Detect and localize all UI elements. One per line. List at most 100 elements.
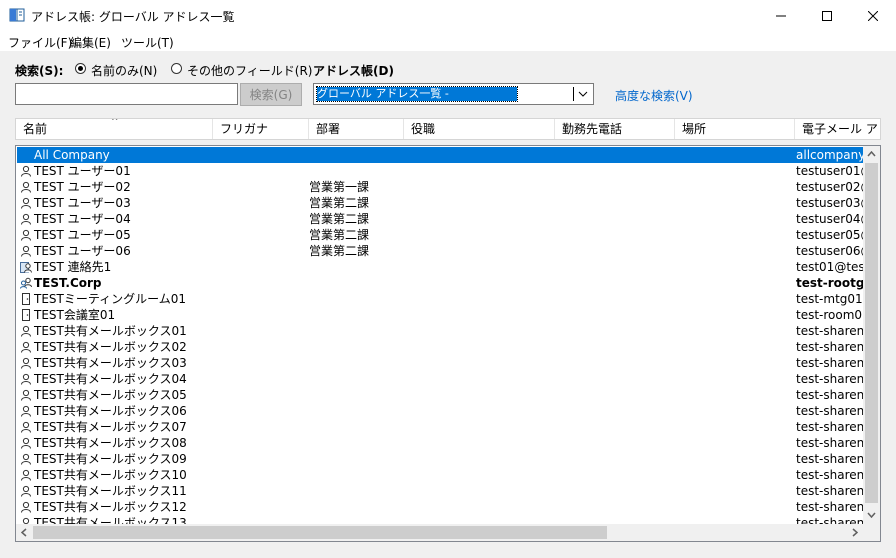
table-row[interactable]: TEST ユーザー03 営業第二課 testuser03@	[17, 195, 863, 211]
user-icon	[21, 421, 31, 433]
horizontal-scroll-thumb[interactable]	[33, 526, 607, 539]
window-title: アドレス帳: グローバル アドレス一覧	[31, 10, 235, 24]
row-department: 営業第二課	[309, 196, 370, 210]
table-row[interactable]: TEST共有メールボックス01 test-sharen	[17, 323, 863, 339]
table-row[interactable]: TEST 連絡先1 test01@tes	[17, 259, 863, 275]
radio-other-fields-indicator[interactable]	[171, 63, 182, 74]
user-icon	[21, 181, 31, 193]
column-header-title[interactable]: 役職	[404, 119, 555, 139]
user-icon	[21, 357, 31, 369]
menu-file[interactable]: ファイル(F)	[8, 34, 72, 51]
search-button[interactable]: 検索(G)	[240, 83, 302, 106]
row-email: test-sharen	[796, 324, 863, 338]
radio-name-only[interactable]: 名前のみ(N)	[75, 60, 165, 78]
row-email: test-sharen	[796, 388, 863, 402]
minimize-button[interactable]	[758, 0, 804, 31]
table-row[interactable]: TEST共有メールボックス10 test-sharen	[17, 467, 863, 483]
column-header-location[interactable]: 場所	[675, 119, 795, 139]
advanced-search-link[interactable]: 高度な検索(V)	[615, 87, 693, 104]
table-row[interactable]: TEST共有メールボックス02 test-sharen	[17, 339, 863, 355]
row-email: testuser04@	[796, 212, 863, 226]
row-name: TEST共有メールボックス02	[34, 340, 187, 354]
row-name: TEST ユーザー04	[34, 212, 131, 226]
contact-icon	[20, 262, 32, 273]
table-row[interactable]: TEST共有メールボックス07 test-sharen	[17, 419, 863, 435]
user-icon	[21, 341, 31, 353]
maximize-icon	[822, 10, 832, 21]
table-row[interactable]: TEST ユーザー06 営業第二課 testuser06@	[17, 243, 863, 259]
radio-name-only-label: 名前のみ(N)	[91, 64, 158, 78]
table-row[interactable]: All Company allcompany	[17, 147, 863, 163]
column-header-furigana[interactable]: フリガナ	[213, 119, 309, 139]
radio-other-fields[interactable]: その他のフィールド(R)	[171, 60, 312, 78]
column-header-department[interactable]: 部署	[309, 119, 404, 139]
row-name: TEST ユーザー05	[34, 228, 131, 242]
row-name: All Company	[34, 148, 110, 162]
row-name: TEST ユーザー03	[34, 196, 131, 210]
maximize-button[interactable]	[804, 0, 850, 31]
table-row[interactable]: TEST共有メールボックス08 test-sharen	[17, 435, 863, 451]
table-row[interactable]: TEST ユーザー01 testuser01@	[17, 163, 863, 179]
row-email: test-sharen	[796, 404, 863, 418]
row-email: allcompany	[796, 148, 863, 162]
table-row[interactable]: TEST共有メールボックス12 test-sharen	[17, 499, 863, 515]
scroll-right-icon[interactable]	[852, 528, 858, 537]
sort-ascending-icon: ^	[111, 118, 119, 127]
minimize-icon	[776, 15, 786, 16]
row-name: TEST ユーザー06	[34, 244, 131, 258]
address-list[interactable]: All Company allcompany TEST ユーザー01 testuser…	[15, 145, 881, 542]
table-row[interactable]: TEST共有メールボックス09 test-sharen	[17, 451, 863, 467]
scroll-up-icon[interactable]	[867, 151, 876, 157]
row-name: TEST共有メールボックス05	[34, 388, 187, 402]
row-department: 営業第二課	[309, 228, 370, 242]
table-row[interactable]: TEST会議室01 test-room0	[17, 307, 863, 323]
row-email: test-rootg	[796, 276, 863, 290]
menu-bar: ファイル(F) 編集(E) ツール(T)	[0, 31, 896, 51]
column-header-phone[interactable]: 勤務先電話	[555, 119, 675, 139]
user-icon	[21, 437, 31, 449]
table-row[interactable]: TEST共有メールボックス11 test-sharen	[17, 483, 863, 499]
table-row[interactable]: TEST共有メールボックス04 test-sharen	[17, 371, 863, 387]
row-email: test-sharen	[796, 420, 863, 434]
user-icon	[21, 469, 31, 481]
table-row[interactable]: TEST.Corp test-rootg	[17, 275, 863, 291]
row-name: TEST共有メールボックス04	[34, 372, 187, 386]
table-row[interactable]: TESTミーティングルーム01 test-mtg01	[17, 291, 863, 307]
row-email: test-sharen	[796, 356, 863, 370]
vertical-scroll-thumb[interactable]	[865, 163, 878, 503]
row-name: TEST共有メールボックス10	[34, 468, 187, 482]
column-header-email[interactable]: 電子メール アドレス	[795, 119, 880, 139]
row-department: 営業第二課	[309, 212, 370, 226]
row-email: test-sharen	[796, 436, 863, 450]
dropdown-arrow-button[interactable]	[572, 84, 593, 104]
room-icon	[22, 293, 30, 305]
row-name: TESTミーティングルーム01	[34, 292, 187, 306]
addressbook-dropdown[interactable]: グローバル アドレス一覧 -	[313, 83, 594, 105]
horizontal-scrollbar[interactable]	[16, 524, 863, 541]
close-button[interactable]	[850, 0, 896, 31]
table-row[interactable]: TEST ユーザー02 営業第一課 testuser02@	[17, 179, 863, 195]
user-icon	[21, 485, 31, 497]
title-bar: アドレス帳: グローバル アドレス一覧	[0, 0, 896, 31]
table-row[interactable]: TEST ユーザー04 営業第二課 testuser04@	[17, 211, 863, 227]
row-name: TEST共有メールボックス03	[34, 356, 187, 370]
table-row[interactable]: TEST共有メールボックス03 test-sharen	[17, 355, 863, 371]
search-input[interactable]	[15, 83, 238, 105]
user-icon	[21, 213, 31, 225]
menu-edit[interactable]: 編集(E)	[70, 34, 111, 51]
radio-name-only-indicator[interactable]	[75, 63, 86, 74]
row-name: TEST共有メールボックス08	[34, 436, 187, 450]
vertical-scrollbar[interactable]	[863, 146, 880, 524]
row-name: TEST共有メールボックス11	[34, 484, 187, 498]
table-row[interactable]: TEST共有メールボックス06 test-sharen	[17, 403, 863, 419]
row-name: TEST共有メールボックス12	[34, 500, 187, 514]
table-row[interactable]: TEST共有メールボックス05 test-sharen	[17, 387, 863, 403]
menu-tools[interactable]: ツール(T)	[121, 34, 174, 51]
scroll-left-icon[interactable]	[21, 528, 27, 537]
table-row[interactable]: TEST ユーザー05 営業第二課 testuser05@	[17, 227, 863, 243]
row-name: TEST ユーザー02	[34, 180, 131, 194]
user-icon	[21, 229, 31, 241]
row-name: TEST ユーザー01	[34, 164, 131, 178]
scroll-down-icon[interactable]	[867, 512, 876, 518]
user-icon	[21, 325, 31, 337]
